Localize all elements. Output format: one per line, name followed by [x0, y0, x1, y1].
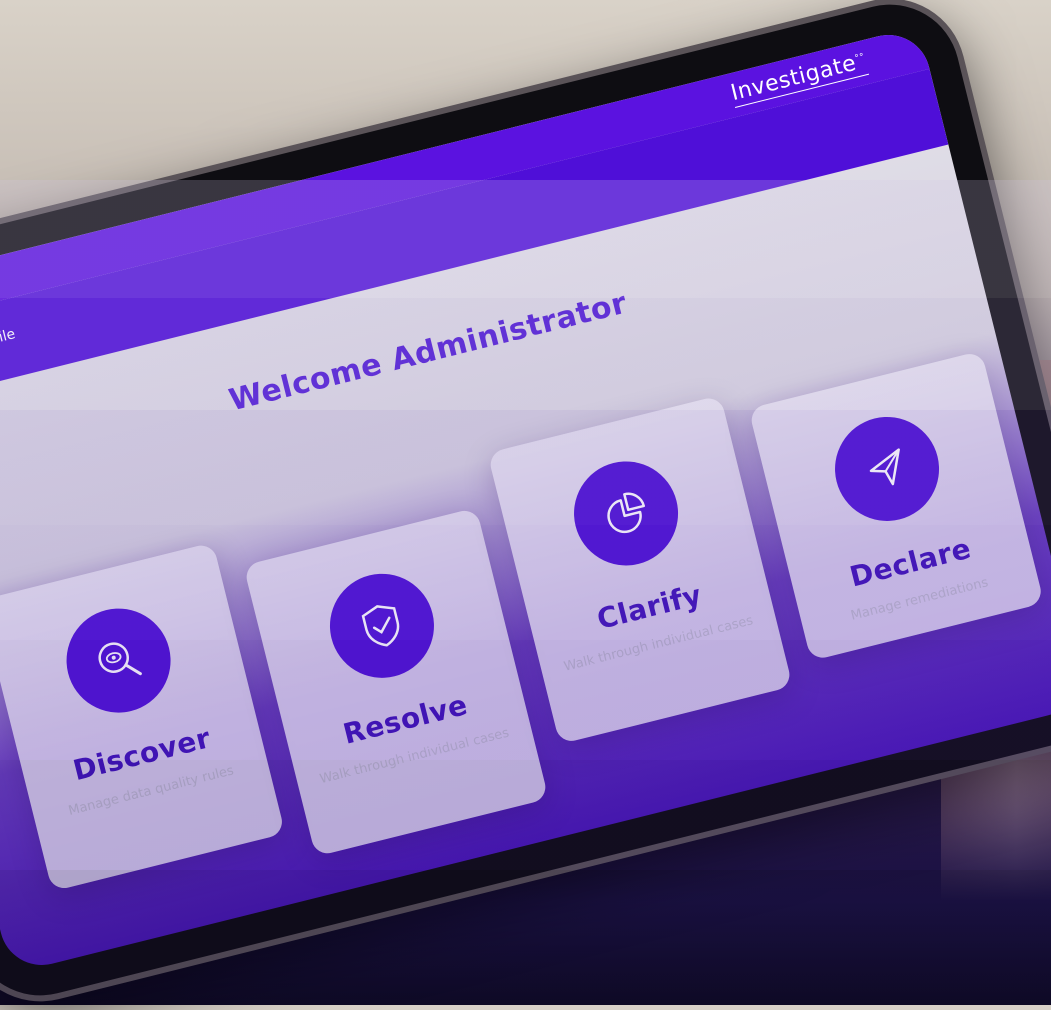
card-clarify[interactable]: Clarify Walk through individual cases: [487, 395, 793, 745]
send-icon: [823, 405, 951, 533]
card-title-clarify: Clarify: [593, 578, 705, 636]
pie-chart-icon: [562, 450, 690, 577]
logo-mark: °°: [853, 51, 866, 65]
shield-check-icon: [318, 562, 446, 689]
card-resolve[interactable]: Resolve Walk through individual cases: [243, 507, 549, 857]
card-desc-clarify: Walk through individual cases: [562, 613, 755, 675]
card-declare[interactable]: Declare Manage remediations: [748, 350, 1045, 662]
card-discover[interactable]: Discover Manage data quality rules: [0, 542, 286, 892]
search-eye-icon: [55, 597, 182, 724]
